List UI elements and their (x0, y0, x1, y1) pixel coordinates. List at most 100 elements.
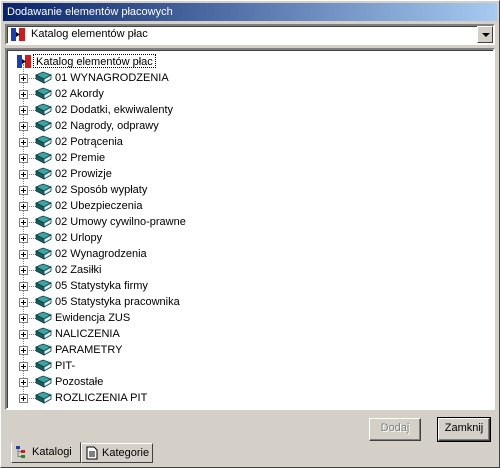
expand-plus-icon[interactable] (19, 394, 28, 403)
tree-item[interactable]: ROZLICZENIA PIT (7, 390, 487, 406)
tree-item[interactable]: 02 Nagrody, odprawy (7, 118, 487, 134)
expand-plus-icon[interactable] (19, 362, 28, 371)
tree-item-label: NALICZENIA (55, 328, 120, 340)
expand-plus-icon[interactable] (19, 202, 28, 211)
tree-item[interactable]: 05 Statystyka firmy (7, 278, 487, 294)
tree-item-label: 02 Urlopy (55, 232, 103, 244)
book-icon (35, 166, 52, 181)
catalog-icon (17, 55, 31, 68)
tree-root[interactable]: Katalog elementów płac (7, 54, 487, 70)
close-button[interactable]: Zamknij (437, 417, 491, 442)
expand-plus-icon[interactable] (19, 378, 28, 387)
book-icon (35, 310, 52, 325)
dialog-window: Dodawanie elementów płacowych Katalog el… (0, 0, 500, 468)
book-icon (35, 230, 52, 245)
tree-item[interactable]: 02 Ubezpieczenia (7, 198, 487, 214)
expand-plus-icon[interactable] (19, 74, 28, 83)
book-icon (35, 86, 52, 101)
expand-plus-icon[interactable] (19, 266, 28, 275)
tree-item[interactable]: Ewidencja ZUS (7, 310, 487, 326)
expand-plus-icon[interactable] (19, 106, 28, 115)
book-icon (35, 214, 52, 229)
book-icon (35, 182, 52, 197)
tree-item-label: Pozostałe (55, 376, 104, 388)
tree-item[interactable]: Pozostałe (7, 374, 487, 390)
tree-item-label: 01 WYNAGRODZENIA (55, 72, 169, 84)
catalog-select[interactable]: Katalog elementów płac (5, 24, 495, 45)
catalog-icon (11, 28, 25, 41)
tree-item-label: 02 Nagrody, odprawy (55, 120, 159, 132)
tree-item-label: 02 Potrącenia (55, 136, 123, 148)
tree-item[interactable]: 02 Dodatki, ekwiwalenty (7, 102, 487, 118)
book-icon (35, 262, 52, 277)
expand-plus-icon[interactable] (19, 154, 28, 163)
tree-item[interactable]: PARAMETRY (7, 342, 487, 358)
tree-item-label: ROZLICZENIA PIT (55, 392, 148, 404)
expand-plus-icon[interactable] (19, 282, 28, 291)
title-bar: Dodawanie elementów płacowych (3, 3, 497, 21)
tree-item[interactable]: PIT- (7, 358, 487, 374)
tree-item-label: 02 Zasiłki (55, 264, 102, 276)
document-icon (86, 446, 98, 460)
tree-item-label: 02 Premie (55, 152, 106, 164)
tab-kategorie-label: Kategorie (102, 447, 150, 459)
catalog-select-value: Katalog elementów płac (31, 28, 148, 40)
tree-item-label: 05 Statystyka pracownika (55, 296, 180, 308)
expand-plus-icon[interactable] (19, 330, 28, 339)
book-icon (35, 358, 52, 373)
add-button[interactable]: Dodaj (369, 418, 421, 441)
tab-katalogi[interactable]: Katalogi (11, 442, 81, 463)
tree-item[interactable]: 02 Umowy cywilno-prawne (7, 214, 487, 230)
expand-plus-icon[interactable] (19, 122, 28, 131)
tree-structure-icon (16, 446, 25, 458)
tree-item[interactable]: 02 Wynagrodzenia (7, 246, 487, 262)
expand-plus-icon[interactable] (19, 138, 28, 147)
tree-item[interactable]: 02 Prowizje (7, 166, 487, 182)
tree-item[interactable]: 02 Potrącenia (7, 134, 487, 150)
tab-kategorie[interactable]: Kategorie (81, 443, 153, 463)
tree-item[interactable]: 01 WYNAGRODZENIA (7, 70, 487, 86)
tree-item[interactable]: 02 Akordy (7, 86, 487, 102)
tree-item-label: 02 Sposób wypłaty (55, 184, 148, 196)
book-icon (35, 150, 52, 165)
book-icon (35, 278, 52, 293)
book-icon (35, 246, 52, 261)
book-icon (35, 326, 52, 341)
tree-item[interactable]: 02 Premie (7, 150, 487, 166)
tree-item-label: 02 Ubezpieczenia (55, 200, 143, 212)
tree-item[interactable]: 02 Sposób wypłaty (7, 182, 487, 198)
expand-plus-icon[interactable] (19, 218, 28, 227)
tree-item-label: 02 Wynagrodzenia (55, 248, 147, 260)
tree-item-label: 02 Prowizje (55, 168, 112, 180)
catalog-tree[interactable]: Katalog elementów płac 01 WYNAGRODZENIA 0… (5, 48, 495, 410)
dropdown-arrow-button[interactable] (477, 26, 493, 43)
book-icon (35, 70, 52, 85)
expand-plus-icon[interactable] (19, 186, 28, 195)
book-icon (35, 198, 52, 213)
expand-plus-icon[interactable] (19, 346, 28, 355)
expand-plus-icon[interactable] (19, 250, 28, 259)
window-title: Dodawanie elementów płacowych (7, 6, 173, 18)
expand-plus-icon[interactable] (19, 234, 28, 243)
tree-root-label: Katalog elementów płac (33, 54, 156, 68)
tree-item-label: PARAMETRY (55, 344, 123, 356)
tree-item-label: 02 Umowy cywilno-prawne (55, 216, 186, 228)
book-icon (35, 102, 52, 117)
tree-item[interactable]: NALICZENIA (7, 326, 487, 342)
book-icon (35, 374, 52, 389)
expand-plus-icon[interactable] (19, 314, 28, 323)
tree-item[interactable]: 02 Urlopy (7, 230, 487, 246)
tab-katalogi-label: Katalogi (32, 446, 72, 458)
expand-plus-icon[interactable] (19, 298, 28, 307)
tree-item-label: 02 Dodatki, ekwiwalenty (55, 104, 174, 116)
tree-item[interactable]: 05 Statystyka pracownika (7, 294, 487, 310)
tree-item[interactable]: 02 Zasiłki (7, 262, 487, 278)
book-icon (35, 294, 52, 309)
bottom-tabs: Katalogi Kategorie (5, 442, 495, 465)
expand-plus-icon[interactable] (19, 90, 28, 99)
tree-item-label: PIT- (55, 360, 76, 372)
book-icon (35, 134, 52, 149)
tree-item-label: 05 Statystyka firmy (55, 280, 148, 292)
expand-plus-icon[interactable] (19, 170, 28, 179)
book-icon (35, 342, 52, 357)
